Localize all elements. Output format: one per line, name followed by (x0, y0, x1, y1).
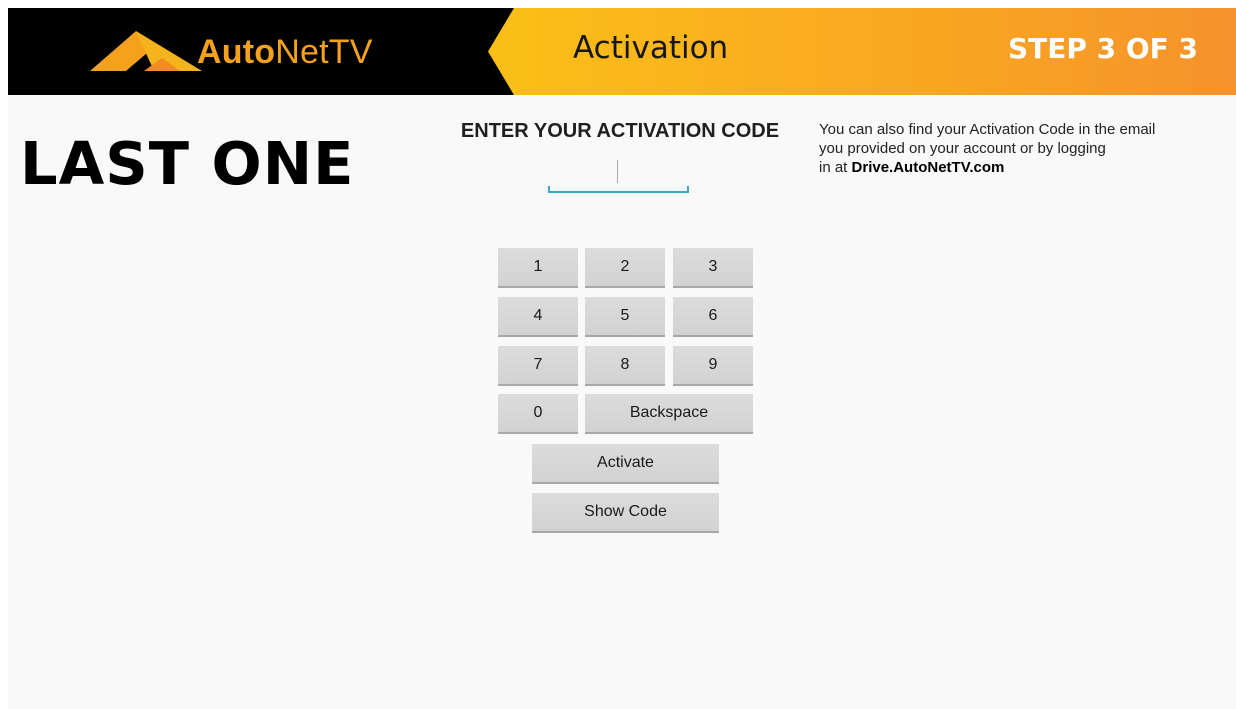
help-line-2: you provided on your account or by loggi… (819, 140, 1106, 157)
keypad-3-button[interactable]: 3 (673, 248, 753, 288)
help-line-3-prefix: in at (819, 159, 848, 176)
keypad-8-button[interactable]: 8 (585, 346, 665, 386)
top-header: AutoNetTV Activation STEP 3 OF 3 (8, 8, 1236, 95)
keypad-0-button[interactable]: 0 (498, 394, 578, 434)
logo-auto-text: Auto (197, 33, 276, 71)
keypad-5-button[interactable]: 5 (585, 297, 665, 337)
drive-autonettv-link: Drive.AutoNetTV.com (851, 159, 1005, 176)
activation-code-underline (548, 186, 689, 193)
activation-code-input[interactable] (548, 158, 689, 192)
activate-button[interactable]: Activate (532, 444, 719, 484)
activation-screen: AutoNetTV Activation STEP 3 OF 3 LAST ON… (8, 8, 1236, 709)
last-one-heading: LAST ONE (20, 129, 355, 198)
keypad-9-button[interactable]: 9 (673, 346, 753, 386)
keypad-4-button[interactable]: 4 (498, 297, 578, 337)
backspace-button[interactable]: Backspace (585, 394, 753, 434)
show-code-button[interactable]: Show Code (532, 493, 719, 533)
step-indicator: STEP 3 OF 3 (1007, 32, 1198, 65)
keypad-2-button[interactable]: 2 (585, 248, 665, 288)
activation-code-heading: ENTER YOUR ACTIVATION CODE (460, 120, 780, 142)
header-title: Activation (573, 30, 729, 66)
help-line-1: You can also find your Activation Code i… (819, 121, 1156, 138)
text-caret (617, 160, 618, 183)
logo-wordmark: AutoNetTV (197, 35, 373, 69)
keypad-6-button[interactable]: 6 (673, 297, 753, 337)
keypad-7-button[interactable]: 7 (498, 346, 578, 386)
logo-nettv-text: NetTV (275, 33, 373, 71)
activation-help-text: You can also find your Activation Code i… (819, 120, 1217, 177)
keypad-1-button[interactable]: 1 (498, 248, 578, 288)
autonettv-logo: AutoNetTV (90, 28, 373, 76)
autonettv-triangle-icon (90, 31, 202, 71)
